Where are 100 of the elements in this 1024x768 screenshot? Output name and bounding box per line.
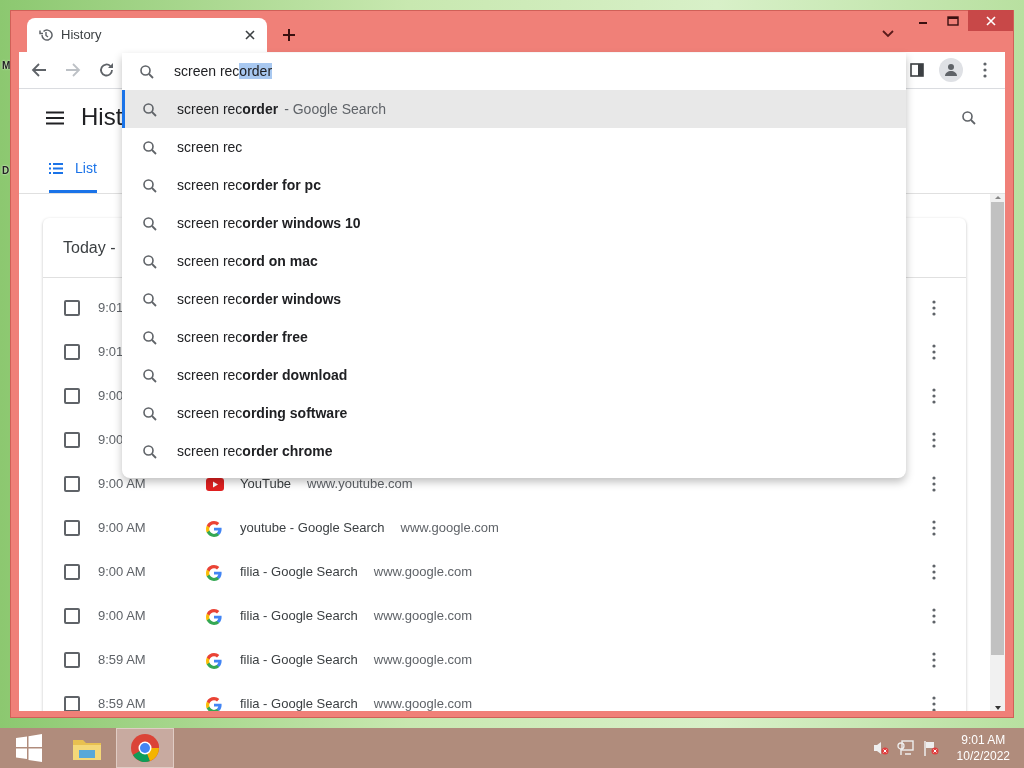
browser-taskbar-icon[interactable]	[116, 728, 174, 768]
search-icon	[142, 253, 157, 269]
suggestion-item[interactable]: screen rec	[122, 128, 906, 166]
google-g-icon	[206, 652, 222, 669]
search-icon	[142, 215, 157, 231]
suggestion-item[interactable]: screen recorder windows 10	[122, 204, 906, 242]
checkbox[interactable]	[64, 520, 80, 536]
suggestion-text: screen recorder for pc	[177, 175, 321, 195]
page-link[interactable]: filia - Google Search	[240, 694, 358, 711]
visit-time: 9:00 AM	[98, 520, 146, 536]
chevron-down-icon	[882, 30, 894, 38]
checkbox[interactable]	[64, 696, 80, 711]
tab-title: History	[61, 26, 103, 45]
close-tab-button[interactable]	[243, 28, 257, 42]
plus-icon	[282, 28, 296, 42]
more-icon	[932, 564, 936, 580]
suggestion-text: screen rec	[177, 137, 243, 157]
close-icon	[985, 15, 996, 26]
more-icon	[983, 62, 987, 78]
list-tab[interactable]: List	[49, 146, 97, 193]
page-link[interactable]: filia - Google Search	[240, 606, 358, 626]
suggestion-text: screen recorder windows	[177, 289, 342, 309]
suggestion-item[interactable]: screen record on mac	[122, 242, 906, 280]
muted-speaker-icon[interactable]	[872, 740, 889, 756]
search-icon	[142, 291, 157, 307]
visit-time: 9:01	[98, 344, 124, 360]
visit-time: 8:59 AM	[98, 696, 146, 711]
suggestion-item[interactable]: screen recording software	[122, 394, 906, 432]
suggestion-item[interactable]: screen recorder chrome	[122, 432, 906, 470]
list-icon	[49, 162, 63, 174]
scroll-down-icon	[993, 705, 1002, 711]
scrollbar[interactable]	[990, 194, 1005, 711]
page-url: www.google.com	[400, 519, 499, 538]
date-heading: Today -	[63, 237, 116, 258]
suggestion-text: screen record on mac	[177, 251, 318, 271]
google-g-icon	[206, 564, 222, 581]
close-icon	[245, 30, 255, 40]
back-arrow-icon	[31, 62, 47, 78]
checkbox[interactable]	[64, 608, 80, 624]
page-link[interactable]: filia - Google Search	[240, 650, 358, 670]
menu-icon	[46, 110, 64, 125]
checkbox[interactable]	[64, 432, 80, 448]
visit-time: 9:00 AM	[98, 476, 146, 492]
suggestion-text: screen recorder free	[177, 327, 308, 347]
suggestion-text: screen recorder	[177, 99, 279, 119]
more-icon	[932, 652, 936, 668]
checkbox[interactable]	[64, 652, 80, 668]
google-g-icon	[206, 520, 222, 537]
more-icon	[932, 344, 936, 360]
person-icon	[944, 63, 958, 77]
search-icon	[142, 101, 157, 117]
browser-tab[interactable]: History	[27, 18, 267, 52]
maximize-icon	[947, 16, 959, 26]
visit-time: 9:00 AM	[98, 608, 146, 624]
visit-time: 9:00 AM	[98, 564, 146, 580]
suggestion-item[interactable]: screen recorder free	[122, 318, 906, 356]
more-icon	[932, 432, 936, 448]
page-url: www.youtube.com	[307, 475, 413, 494]
checkbox[interactable]	[64, 300, 80, 316]
flag-icon[interactable]	[922, 740, 939, 756]
more-icon	[932, 608, 936, 624]
more-icon	[932, 300, 936, 316]
checkbox[interactable]	[64, 564, 80, 580]
suggestion-item[interactable]: screen recorder download	[122, 356, 906, 394]
page-title: Hist	[81, 103, 123, 132]
network-icon[interactable]	[896, 740, 915, 756]
forward-arrow-icon	[65, 62, 81, 78]
page-link[interactable]: filia - Google Search	[240, 562, 358, 582]
scroll-up-icon	[993, 194, 1002, 200]
checkbox[interactable]	[64, 344, 80, 360]
more-icon	[932, 520, 936, 536]
reload-icon	[99, 62, 115, 78]
page-url: www.google.com	[373, 695, 473, 711]
search-icon	[142, 367, 157, 383]
suggestion-text: screen recording software	[177, 403, 348, 423]
desktop-icon-label[interactable]: D	[2, 163, 10, 178]
checkbox[interactable]	[64, 388, 80, 404]
search-icon	[142, 139, 157, 155]
profile-avatar[interactable]	[939, 58, 963, 82]
page-url: www.google.com	[373, 651, 473, 670]
desktop-icon-label[interactable]: M	[2, 58, 11, 73]
side-panel-icon	[910, 63, 924, 77]
search-icon	[142, 405, 157, 421]
page-link[interactable]: YouTube	[240, 474, 292, 494]
suggestion-item[interactable]: screen recorder - Google Search	[122, 90, 906, 128]
suggestion-item[interactable]: screen recorder windows	[122, 280, 906, 318]
page-link[interactable]: youtube - Google Search	[240, 518, 385, 538]
checkbox[interactable]	[64, 476, 80, 492]
more-icon	[932, 476, 936, 492]
google-g-icon	[206, 696, 222, 711]
more-icon	[932, 388, 936, 404]
visit-time: 9:00	[98, 388, 124, 404]
history-icon	[39, 28, 53, 42]
search-icon	[961, 109, 977, 126]
address-field[interactable]: screen recorder	[174, 61, 273, 82]
suggestion-text: screen recorder windows 10	[177, 213, 361, 233]
page-url: www.google.com	[373, 563, 473, 582]
search-icon	[142, 329, 157, 345]
visit-time: 9:00	[98, 432, 124, 448]
suggestion-item[interactable]: screen recorder for pc	[122, 166, 906, 204]
